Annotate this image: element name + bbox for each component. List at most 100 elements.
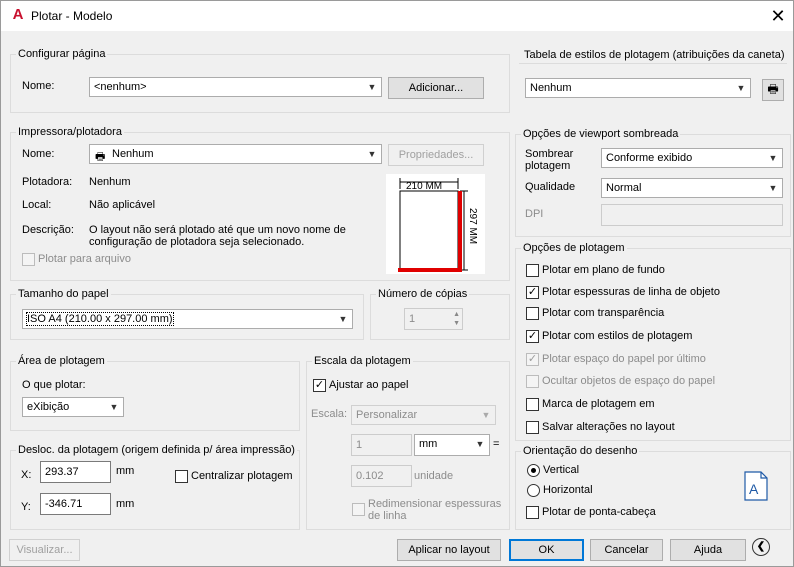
save-changes-label: Salvar alterações no layout xyxy=(542,421,675,433)
autocad-logo-icon: A xyxy=(12,6,24,23)
quality-label: Qualidade xyxy=(525,181,576,193)
chevron-down-icon: ▼ xyxy=(367,82,377,92)
close-icon[interactable]: ✕ xyxy=(767,5,789,27)
shade-plot-label-2: plotagem xyxy=(525,160,571,172)
chevron-down-icon: ▼ xyxy=(736,83,746,93)
printer-icon: 🖶 xyxy=(95,151,106,163)
page-setup-title: Configurar página xyxy=(16,48,108,60)
window-title: Plotar - Modelo xyxy=(31,9,113,23)
plot-lineweights-checkbox[interactable]: ✓ xyxy=(526,286,539,299)
save-changes-checkbox[interactable] xyxy=(526,421,539,434)
style-table-select[interactable]: Nenhum ▼ xyxy=(525,78,751,98)
chevron-down-icon: ▼ xyxy=(481,410,491,420)
copies-spinner[interactable]: 1 ▲ ▼ xyxy=(404,308,463,330)
plot-styles-checkbox[interactable]: ✓ xyxy=(526,330,539,343)
plot-background-label: Plotar em plano de fundo xyxy=(542,264,665,276)
location-value: Não aplicável xyxy=(89,199,156,211)
quality-select[interactable]: Normal ▼ xyxy=(601,178,783,198)
collapse-chevron-icon[interactable]: ❮ xyxy=(752,538,770,556)
rescale-lineweights-label-2: de linha xyxy=(368,510,407,522)
scale-value1-input[interactable]: 1 xyxy=(351,434,412,456)
add-button[interactable]: Adicionar... xyxy=(388,77,484,99)
plot-options-group xyxy=(515,248,791,441)
offset-y-unit: mm xyxy=(116,498,135,510)
copies-title: Número de cópias xyxy=(376,288,470,300)
description-label: Descrição: xyxy=(22,224,74,236)
plot-area-title: Área de plotagem xyxy=(16,355,107,367)
plot-scale-title: Escala da plotagem xyxy=(312,355,413,367)
rescale-lineweights-checkbox[interactable] xyxy=(352,503,365,516)
shade-plot-select[interactable]: Conforme exibido ▼ xyxy=(601,148,783,168)
dpi-input[interactable] xyxy=(601,204,783,226)
style-table-title: Tabela de estilos de plotagem (atribuiçõ… xyxy=(522,49,787,61)
shade-plot-label-1: Sombrear xyxy=(525,148,574,160)
orientation-preview-icon: A xyxy=(744,471,768,501)
help-button[interactable]: Ajuda xyxy=(670,539,746,561)
preview-width-label: 210 MM xyxy=(406,181,442,192)
orientation-letter: A xyxy=(749,481,759,497)
offset-x-input[interactable]: 293.37 xyxy=(40,461,111,483)
paperspace-last-checkbox[interactable]: ✓ xyxy=(526,353,539,366)
scale-label: Escala: xyxy=(311,408,348,420)
landscape-label: Horizontal xyxy=(543,484,593,496)
plot-lineweights-label: Plotar espessuras de linha de objeto xyxy=(542,286,720,298)
page-setup-name-select[interactable]: <nenhum> ▼ xyxy=(89,77,382,97)
plot-to-file-checkbox[interactable] xyxy=(22,253,35,266)
paper-size-title: Tamanho do papel xyxy=(16,288,111,300)
upside-down-label: Plotar de ponta-cabeça xyxy=(542,506,656,518)
description-line-2: configuração de plotadora seja seleciona… xyxy=(89,236,305,248)
properties-button[interactable]: Propriedades... xyxy=(388,144,484,166)
page-setup-name-label: Nome: xyxy=(22,80,55,92)
offset-x-label: X: xyxy=(21,469,32,481)
plot-background-checkbox[interactable] xyxy=(526,264,539,277)
landscape-radio[interactable] xyxy=(527,484,540,497)
scale-value2-input[interactable]: 0.102 xyxy=(351,465,412,487)
paper-size-select[interactable]: ISO A4 (210.00 x 297.00 mm) ▼ xyxy=(22,309,353,329)
edit-style-table-icon[interactable]: 🖶 xyxy=(762,79,784,101)
orientation-title: Orientação do desenho xyxy=(521,445,640,457)
chevron-down-icon: ▼ xyxy=(109,402,119,412)
preview-height-label: 297 MM xyxy=(467,208,478,244)
dpi-label: DPI xyxy=(525,208,544,220)
plot-options-title: Opções de plotagem xyxy=(521,242,627,254)
plot-stamp-checkbox[interactable] xyxy=(526,398,539,411)
upside-down-checkbox[interactable] xyxy=(526,506,539,519)
fit-to-paper-label: Ajustar ao papel xyxy=(329,379,409,391)
plot-styles-label: Plotar com estilos de plotagem xyxy=(542,330,693,342)
paper-preview: 210 MM 297 MM xyxy=(386,174,485,274)
spin-arrows-icon[interactable]: ▲ ▼ xyxy=(453,310,460,328)
fit-to-paper-checkbox[interactable]: ✓ xyxy=(313,379,326,392)
equals-sign: = xyxy=(493,438,500,450)
what-to-plot-select[interactable]: eXibição ▼ xyxy=(22,397,124,417)
plotter-value: Nenhum xyxy=(89,176,131,188)
chevron-down-icon: ▼ xyxy=(475,439,485,449)
portrait-radio[interactable] xyxy=(527,464,540,477)
offset-x-unit: mm xyxy=(116,465,135,477)
plotter-label: Plotadora: xyxy=(22,176,73,188)
title-bar: A Plotar - Modelo ✕ xyxy=(1,1,793,31)
plot-to-file-label: Plotar para arquivo xyxy=(38,253,131,265)
what-to-plot-label: O que plotar: xyxy=(22,379,86,391)
apply-to-layout-button[interactable]: Aplicar no layout xyxy=(397,539,501,561)
cancel-button[interactable]: Cancelar xyxy=(590,539,663,561)
center-plot-checkbox[interactable] xyxy=(175,470,188,483)
chevron-down-icon: ▼ xyxy=(768,153,778,163)
shaded-viewport-title: Opções de viewport sombreada xyxy=(521,128,681,140)
preview-button[interactable]: Visualizar... xyxy=(9,539,80,561)
plot-transparency-checkbox[interactable] xyxy=(526,307,539,320)
scale-select[interactable]: Personalizar ▼ xyxy=(351,405,496,425)
portrait-label: Vertical xyxy=(543,464,580,476)
plot-offset-title: Desloc. da plotagem (origem definida p/ … xyxy=(16,444,297,456)
plot-dialog: A Plotar - Modelo ✕ Configurar página No… xyxy=(0,0,794,567)
printer-title: Impressora/plotadora xyxy=(16,126,124,138)
paper-preview-drawing: 210 MM 297 MM xyxy=(398,178,478,272)
description-line-1: O layout não será plotado até que um nov… xyxy=(89,224,346,236)
scale-unit-select[interactable]: mm ▼ xyxy=(414,434,490,456)
hide-paperspace-checkbox[interactable] xyxy=(526,375,539,388)
chevron-down-icon: ▼ xyxy=(768,183,778,193)
offset-y-input[interactable]: -346.71 xyxy=(40,493,111,515)
printer-name-label: Nome: xyxy=(22,148,55,160)
printer-name-select[interactable]: 🖶 Nenhum ▼ xyxy=(89,144,382,164)
plot-transparency-label: Plotar com transparência xyxy=(542,307,665,319)
ok-button[interactable]: OK xyxy=(509,539,584,561)
